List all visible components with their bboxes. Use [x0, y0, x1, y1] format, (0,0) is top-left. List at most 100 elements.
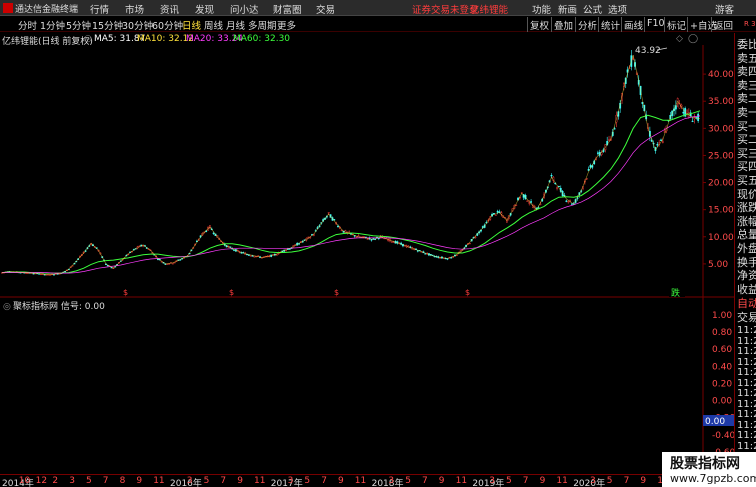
date-axis-label: 11 — [354, 476, 367, 486]
ma20-line — [1, 110, 701, 274]
menu-xinhua[interactable]: 新画 — [558, 2, 577, 16]
date-axis: 2014年 10 12 2 3 5 7 8 9 11 2016年 3 5 7 9 11 2017年 3 5 7 9 11 2… — [0, 474, 756, 487]
date-axis-label: 5 — [606, 476, 613, 486]
trade-time: 11:25 — [737, 356, 756, 368]
high-annotation: 43.92 — [635, 46, 661, 56]
period-5min[interactable]: 5分钟 — [66, 18, 91, 32]
menu-zixun[interactable]: 资讯 — [160, 2, 179, 16]
period-15min[interactable]: 15分钟 — [92, 18, 123, 32]
right-panel-code: R 300 — [744, 20, 756, 28]
candle-body — [390, 241, 393, 243]
period-daily[interactable]: 日线 — [182, 18, 201, 32]
app-title: 通达信金融终端 — [15, 5, 79, 15]
y-axis-label: 40.00 — [708, 70, 734, 80]
candle-body — [468, 242, 471, 245]
candle-body — [661, 141, 664, 143]
date-axis-label: 5 — [86, 476, 92, 486]
candle-body — [494, 214, 497, 216]
indicator-title: 聚标指标网 信号: 0.00 — [13, 300, 105, 312]
trade-time: 11:25 — [737, 377, 756, 389]
period-60min[interactable]: 60分钟 — [152, 18, 183, 32]
candle-body — [556, 187, 558, 189]
date-axis-label: 9 — [136, 476, 143, 486]
candle-body — [327, 212, 330, 214]
indicator-axis-label: 0.20 — [712, 379, 732, 389]
trade-time: 11:25 — [737, 325, 756, 336]
candle-body — [682, 111, 685, 114]
period-1min[interactable]: 1分钟 — [40, 18, 65, 32]
order-book-panel: 委比 卖五 卖四 卖三 卖二 卖一 买一 买二 买三 买四 买五 现价 涨跌 涨幅 总量 外盘 换手 净资 收益 自… — [734, 33, 756, 473]
tool-fuquan[interactable]: 复权 — [527, 17, 551, 32]
trade-time: 11:25 — [737, 440, 756, 452]
y-axis-label: 5.00 — [708, 260, 728, 270]
menu-xuanxiang[interactable]: 选项 — [608, 2, 627, 16]
tool-huaxian[interactable]: 画线 — [621, 17, 645, 32]
menu-caifuquan[interactable]: 财富圈 — [273, 2, 302, 16]
menu-faxian[interactable]: 发现 — [195, 2, 214, 16]
watermark: 股票指标网 www.7gpzb.com — [662, 452, 756, 487]
date-axis-label: 3 — [388, 476, 395, 486]
trade-time: 11:25 — [737, 430, 756, 441]
candle-body — [660, 139, 662, 141]
candle-body — [474, 236, 477, 238]
menu-hangqing[interactable]: 行情 — [90, 2, 109, 16]
period-fenshi[interactable]: 分时 — [18, 18, 37, 32]
date-axis-label: 7 — [102, 476, 109, 486]
candle-body — [424, 253, 427, 255]
signal-label: 跌 — [671, 288, 680, 299]
price-chart[interactable]: 40.0035.0030.0025.0020.0015.0010.005.00 … — [0, 33, 734, 473]
tool-biaoji[interactable]: 标记 — [664, 17, 688, 32]
tool-diejia[interactable]: 叠加 — [551, 17, 575, 32]
indicator-axis-label: 1.00 — [712, 311, 732, 321]
ma60-line — [2, 115, 701, 274]
trade-login-notice[interactable]: 证券交易未登录 — [412, 2, 479, 16]
menu-gongshi[interactable]: 公式 — [583, 2, 602, 16]
menu-wenxiaoda[interactable]: 问小达 — [230, 2, 259, 16]
date-axis-label: 5 — [506, 476, 512, 486]
candle-body — [32, 273, 35, 275]
period-30min[interactable]: 30分钟 — [122, 18, 153, 32]
date-axis-label: 3 — [590, 476, 596, 486]
trade-time: 11:25 — [737, 367, 756, 378]
dividend-marker[interactable]: $ — [123, 288, 128, 297]
period-multi[interactable]: 多周期 — [248, 18, 277, 32]
period-monthly[interactable]: 月线 — [226, 18, 245, 32]
y-axis-label: 35.00 — [708, 97, 734, 107]
candle-body — [249, 255, 252, 257]
date-axis-label: 7 — [623, 476, 630, 486]
date-axis-label: 11 — [254, 476, 266, 486]
date-axis-label: 7 — [321, 476, 327, 486]
menu-gongneng[interactable]: 功能 — [532, 2, 551, 16]
tool-fanhui[interactable]: 返回 — [711, 17, 735, 32]
period-weekly[interactable]: 周线 — [204, 18, 223, 32]
user-status[interactable]: 游客 — [715, 2, 734, 16]
dividend-marker[interactable]: $ — [334, 288, 339, 297]
trade-time: 11:25 — [737, 409, 756, 420]
period-more[interactable]: 更多 — [277, 18, 296, 32]
dividend-marker[interactable]: $ — [465, 288, 470, 297]
trade-time: 11:25 — [737, 419, 756, 431]
menu-jiaoyi[interactable]: 交易 — [316, 2, 335, 16]
candle-body — [656, 144, 659, 146]
tool-tongji[interactable]: 统计 — [598, 17, 622, 32]
candle-body — [53, 274, 55, 276]
trade-label[interactable]: 交易 — [737, 309, 756, 325]
y-axis-label: 10.00 — [708, 233, 734, 243]
y-axis-label: 30.00 — [708, 124, 734, 134]
date-axis-label: 2 — [52, 476, 59, 486]
tool-fenxi[interactable]: 分析 — [575, 17, 599, 32]
dividend-marker[interactable]: $ — [229, 288, 234, 297]
candle-body — [168, 263, 170, 265]
candle-body — [25, 272, 28, 274]
menu-shichang[interactable]: 市场 — [125, 2, 144, 16]
indicator-settings-icon[interactable]: ◎ — [3, 302, 11, 312]
date-axis-label: 5 — [203, 476, 210, 486]
indicator-axis-label: 0.80 — [712, 328, 732, 338]
date-axis-label: 12 — [35, 476, 48, 486]
indicator-axis-label: 0.00 — [712, 397, 732, 407]
date-axis-label: 9 — [237, 476, 243, 486]
candle-body — [528, 202, 531, 204]
date-axis-label: 8 — [119, 476, 126, 486]
trade-time: 11:25 — [737, 388, 756, 399]
date-axis-label: 3 — [489, 476, 495, 486]
